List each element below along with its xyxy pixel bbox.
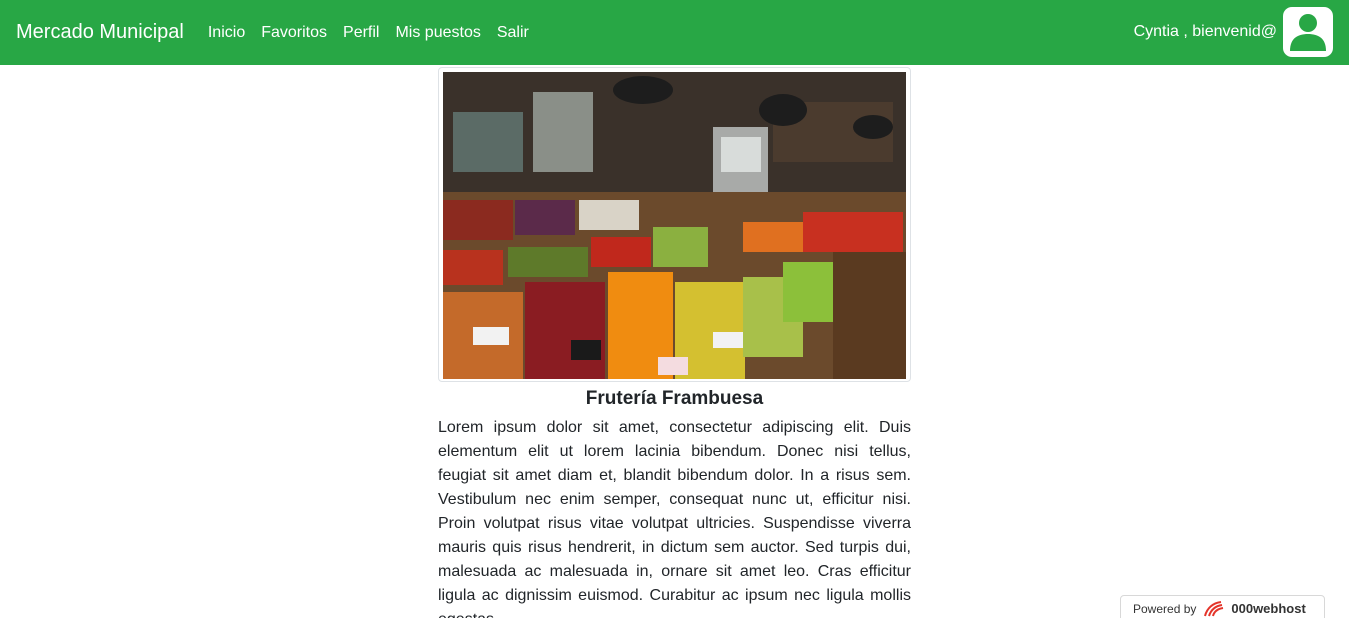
nav-link-perfil[interactable]: Perfil xyxy=(335,24,387,42)
brand-title[interactable]: Mercado Municipal xyxy=(16,21,184,44)
shop-detail: Frutería Frambuesa Lorem ipsum dolor sit… xyxy=(438,67,911,618)
nav-links: Inicio Favoritos Perfil Mis puestos Sali… xyxy=(200,24,537,42)
shop-description: Lorem ipsum dolor sit amet, consectetur … xyxy=(438,419,911,618)
nav-link-inicio[interactable]: Inicio xyxy=(200,24,253,42)
user-area: Cyntia , bienvenid@ xyxy=(1134,7,1333,57)
shop-image xyxy=(438,67,911,382)
fruit-market-stall-photo xyxy=(443,72,906,379)
hosting-badge[interactable]: Powered by 000webhost xyxy=(1120,595,1325,618)
000webhost-logo-icon xyxy=(1203,600,1227,618)
nav-link-favoritos[interactable]: Favoritos xyxy=(253,24,335,42)
nav-link-salir[interactable]: Salir xyxy=(489,24,537,42)
hosting-brand: 000webhost xyxy=(1231,601,1306,616)
user-avatar-icon[interactable] xyxy=(1283,7,1333,57)
powered-by-label: Powered by xyxy=(1133,602,1197,616)
shop-name: Frutería Frambuesa xyxy=(585,388,764,409)
top-navbar: Mercado Municipal Inicio Favoritos Perfi… xyxy=(0,0,1349,65)
nav-link-mis-puestos[interactable]: Mis puestos xyxy=(387,24,488,42)
user-greeting: Cyntia , bienvenid@ xyxy=(1133,23,1277,40)
